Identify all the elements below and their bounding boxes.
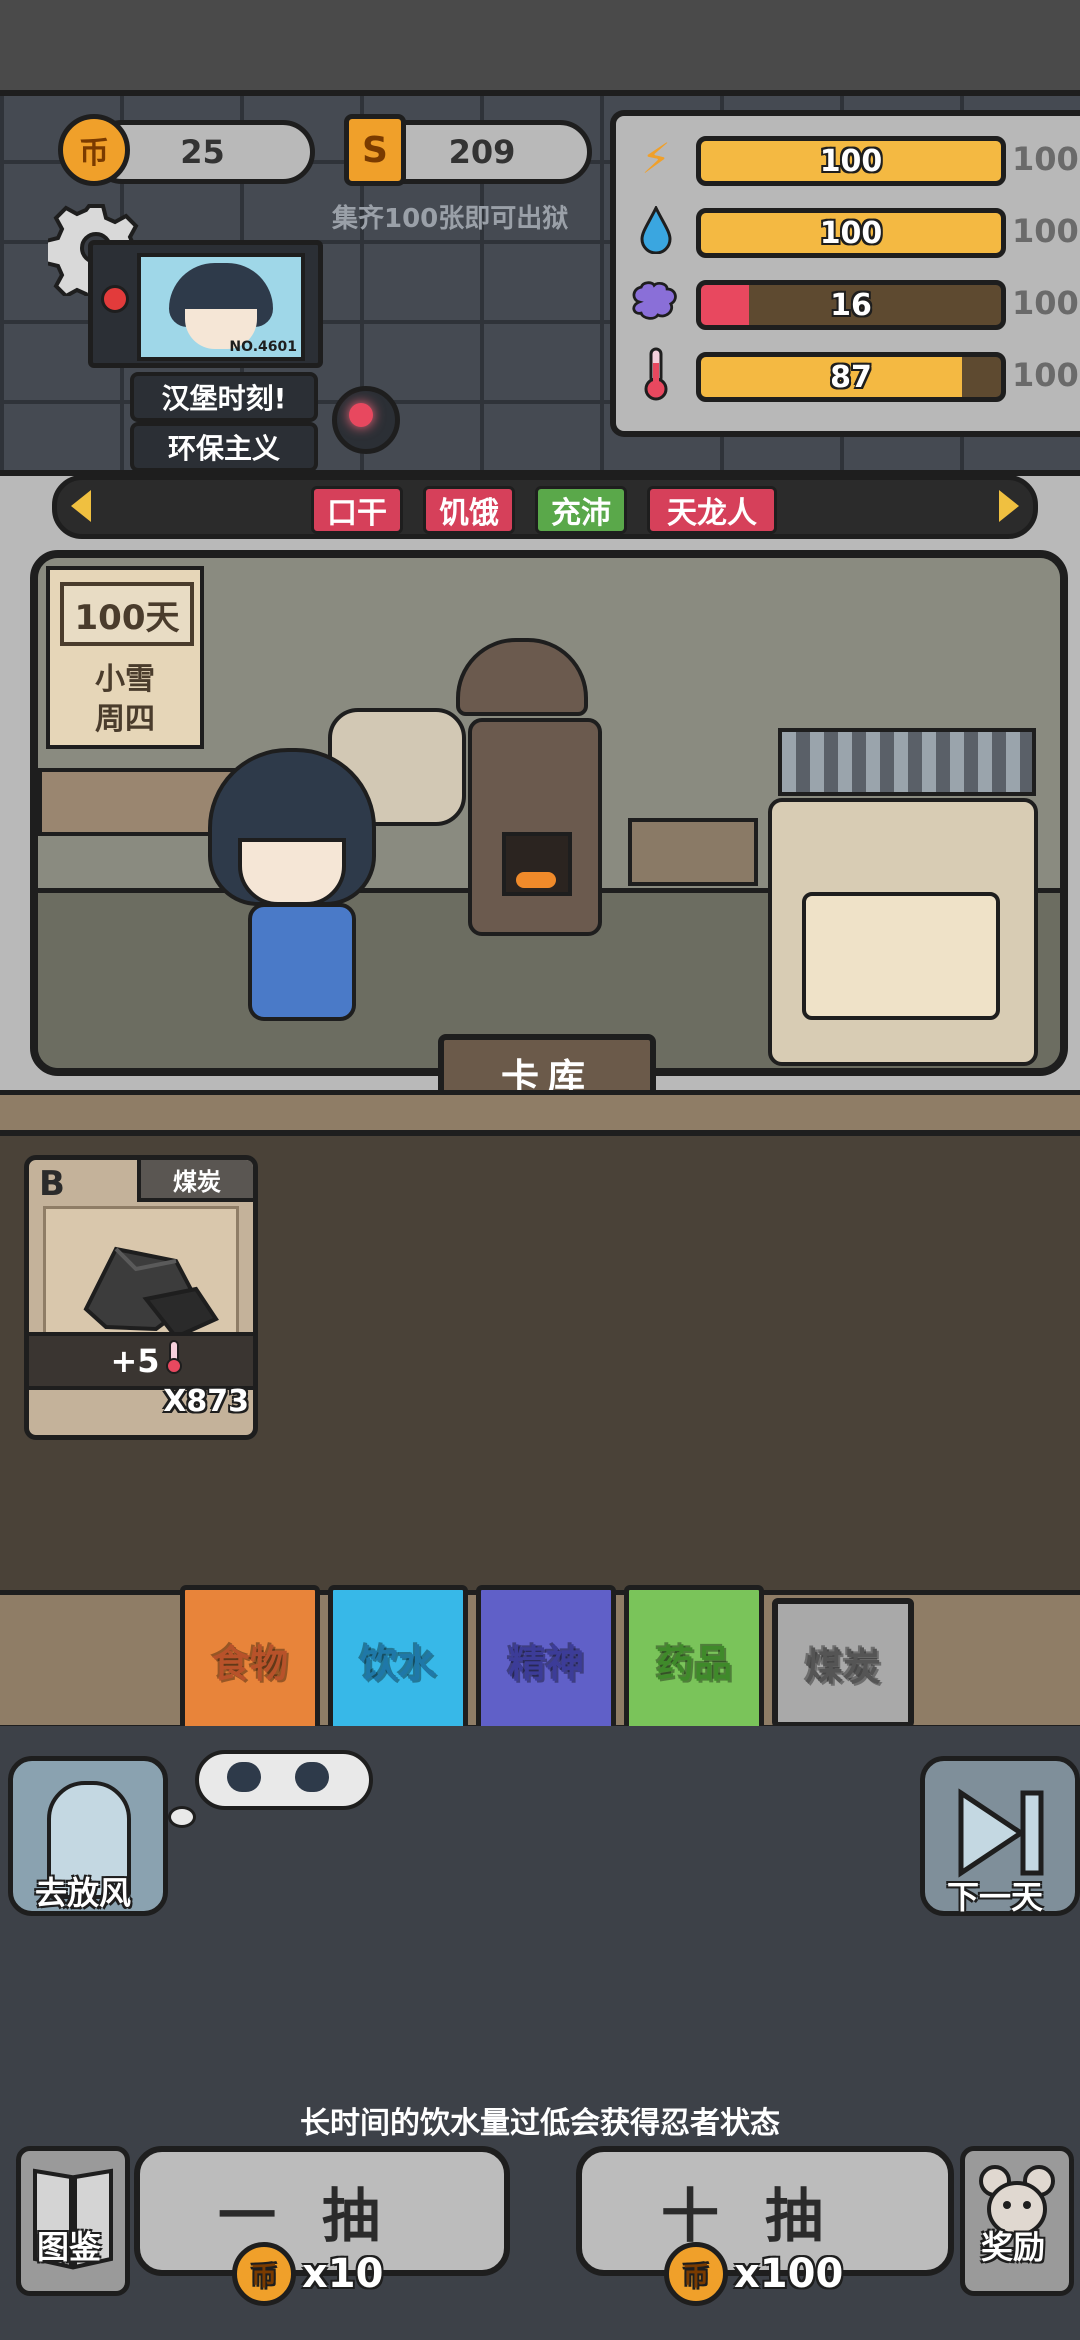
next-day-label: 下一天 bbox=[946, 1878, 1043, 1916]
status-chip-celestial[interactable]: 天龙人 bbox=[647, 486, 777, 534]
top-beam bbox=[0, 0, 1080, 96]
warmth-max: 100 bbox=[1012, 356, 1079, 394]
thought-dot bbox=[168, 1806, 196, 1828]
prisoner-face bbox=[238, 838, 346, 906]
skip-icon bbox=[958, 1788, 1044, 1878]
calendar-weather: 小雪 bbox=[95, 662, 155, 697]
draw-ten-cost: 币 x100 bbox=[664, 2242, 843, 2306]
card-grade: B bbox=[39, 1164, 65, 1204]
coin-count: 25 bbox=[180, 133, 225, 171]
energy-max: 100 bbox=[1012, 140, 1079, 178]
arrow-left-icon[interactable] bbox=[71, 490, 91, 522]
calendar-weekday: 周四 bbox=[95, 702, 155, 737]
thermometer-icon bbox=[630, 346, 682, 402]
card-name: 煤炭 bbox=[137, 1160, 253, 1202]
character-monitor: NO.4601 bbox=[88, 240, 323, 368]
tab-medicine[interactable]: 药品 bbox=[624, 1585, 764, 1735]
water-max: 100 bbox=[1012, 212, 1079, 250]
character-portrait: NO.4601 bbox=[137, 253, 305, 361]
status-strip: 口干 饥饿 充沛 天龙人 bbox=[52, 475, 1038, 539]
card-effect: +5 bbox=[29, 1332, 253, 1390]
warmth-bar: 87 bbox=[696, 352, 1006, 402]
alarm-light bbox=[332, 386, 400, 454]
record-light bbox=[101, 285, 129, 313]
calendar-days: 100天 bbox=[60, 582, 194, 646]
prison-cell-scene: 100天 小雪 周四 bbox=[30, 550, 1068, 1076]
tab-water[interactable]: 饮水 bbox=[328, 1585, 468, 1735]
tag-burger-moment[interactable]: 汉堡时刻! bbox=[130, 372, 318, 422]
card-count: X873 bbox=[163, 1384, 249, 1419]
coal-icon bbox=[43, 1206, 239, 1352]
coin-icon: 币 bbox=[58, 114, 130, 186]
status-chip-energetic[interactable]: 充沛 bbox=[535, 486, 627, 534]
stat-energy: ⚡ 100 100 bbox=[616, 128, 1080, 188]
gallery-label: 图鉴 bbox=[36, 2228, 101, 2266]
mind-max: 100 bbox=[1012, 284, 1079, 322]
stat-mind: 16 100 bbox=[616, 272, 1080, 332]
bed bbox=[768, 798, 1038, 1066]
tag-eco[interactable]: 环保主义 bbox=[130, 422, 318, 472]
ticket-icon: S bbox=[344, 114, 406, 186]
stat-water: 100 100 bbox=[616, 200, 1080, 260]
status-chip-hungry[interactable]: 饥饿 bbox=[423, 486, 515, 534]
warmth-value: 87 bbox=[830, 359, 872, 395]
stats-panel: ⚡ 100 100 100 100 16 100 87 100 bbox=[610, 110, 1080, 437]
status-chip-thirsty[interactable]: 口干 bbox=[311, 486, 403, 534]
reward-label: 奖励 bbox=[980, 2228, 1045, 2266]
stool bbox=[628, 818, 758, 886]
coin-icon: 币 bbox=[664, 2242, 728, 2306]
stat-warmth: 87 100 bbox=[616, 344, 1080, 404]
monitor-id: NO.4601 bbox=[229, 339, 297, 355]
thought-bubble bbox=[195, 1750, 373, 1810]
water-value: 100 bbox=[819, 215, 883, 251]
thermometer-icon bbox=[164, 1340, 184, 1382]
coin-icon: 币 bbox=[232, 2242, 296, 2306]
ticket-count: 209 bbox=[448, 133, 516, 171]
mind-value: 16 bbox=[830, 287, 872, 323]
collect-hint: 集齐100张即可出狱 bbox=[332, 204, 569, 234]
mind-bar: 16 bbox=[696, 280, 1006, 330]
energy-value: 100 bbox=[819, 143, 883, 179]
tip-text: 长时间的饮水量过低会获得忍者状态 bbox=[300, 2106, 780, 2141]
bed-frame bbox=[778, 728, 1036, 796]
tab-mind[interactable]: 精神 bbox=[476, 1585, 616, 1735]
calendar: 100天 小雪 周四 bbox=[46, 566, 204, 749]
tab-coal[interactable]: 煤炭 bbox=[772, 1598, 914, 1728]
brain-icon bbox=[630, 274, 682, 330]
lightning-icon: ⚡ bbox=[641, 133, 671, 183]
stove[interactable] bbox=[468, 718, 602, 936]
go-out-label: 去放风 bbox=[34, 1874, 131, 1912]
water-bar: 100 bbox=[696, 208, 1006, 258]
water-drop-icon bbox=[630, 202, 682, 258]
prisoner-body[interactable] bbox=[248, 903, 356, 1021]
energy-bar: 100 bbox=[696, 136, 1006, 186]
draw-one-cost: 币 x10 bbox=[232, 2242, 383, 2306]
card-coal[interactable]: B 煤炭 +5 X873 bbox=[24, 1155, 258, 1440]
tab-food[interactable]: 食物 bbox=[180, 1585, 320, 1735]
gallery-button[interactable] bbox=[16, 2146, 130, 2296]
arrow-right-icon[interactable] bbox=[999, 490, 1019, 522]
reward-button[interactable] bbox=[960, 2146, 1074, 2296]
